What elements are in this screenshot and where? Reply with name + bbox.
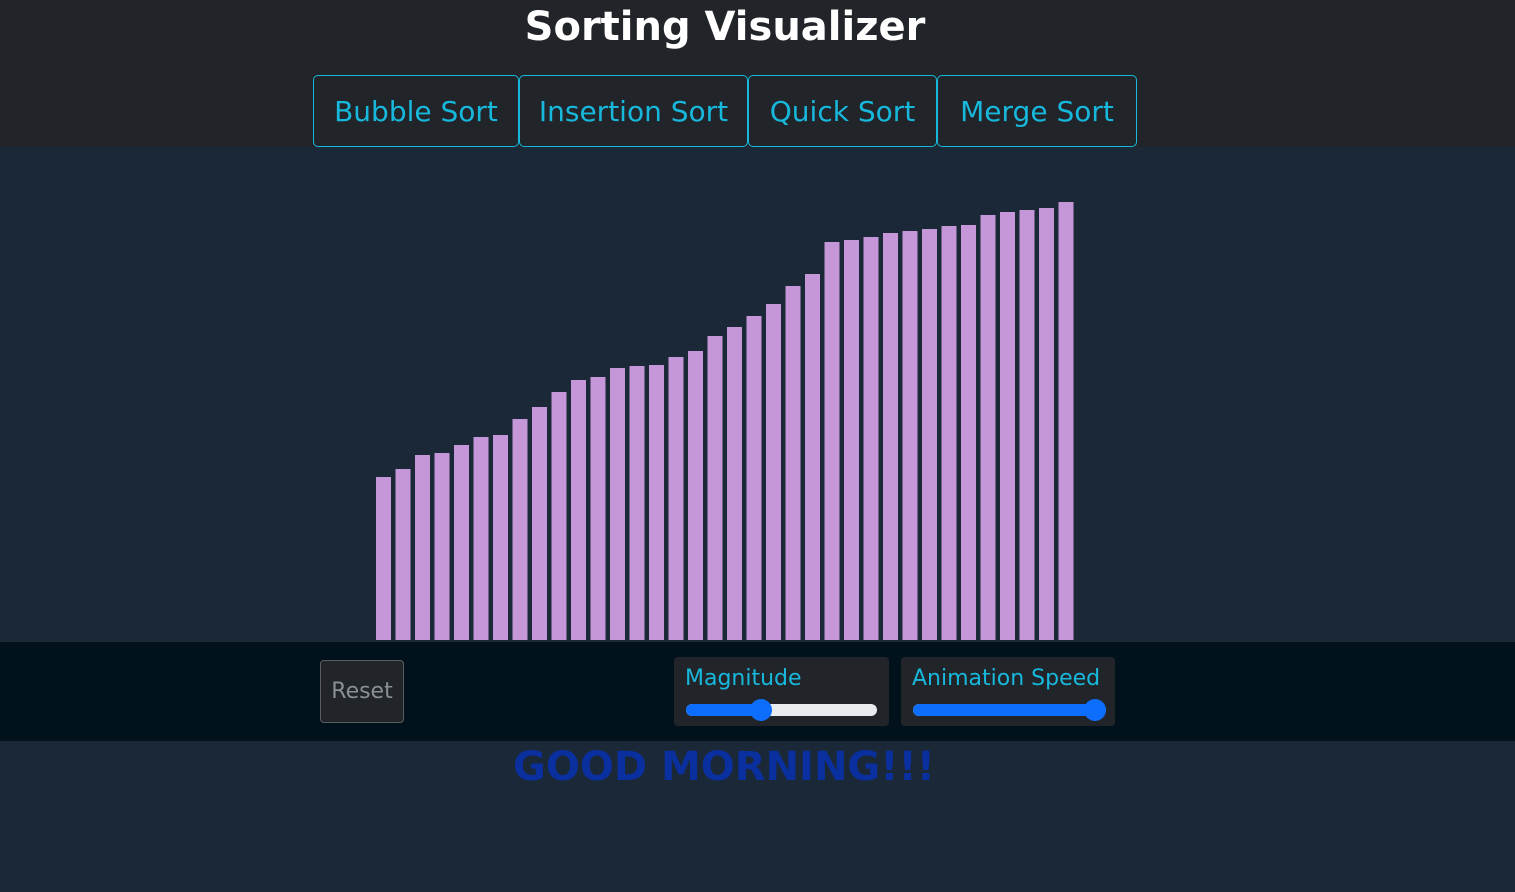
bar-chart <box>376 202 1074 640</box>
array-bar <box>863 237 879 640</box>
array-bar <box>668 357 684 640</box>
array-bar <box>629 366 645 640</box>
array-bar <box>512 419 528 640</box>
array-bar <box>707 336 723 640</box>
array-bar <box>1039 208 1054 640</box>
array-bar <box>688 351 703 640</box>
array-bar <box>805 274 820 640</box>
magnitude-slider-panel: Magnitude <box>674 657 889 726</box>
array-bar <box>610 368 625 640</box>
array-bar <box>727 327 742 640</box>
magnitude-slider-thumb[interactable] <box>750 699 773 721</box>
array-bar <box>434 453 450 640</box>
speed-slider-fill <box>913 704 1095 716</box>
array-bar <box>532 407 547 640</box>
array-bar <box>746 316 762 640</box>
bar-chart-area <box>0 147 1515 642</box>
bubble-sort-button[interactable]: Bubble Sort <box>313 75 519 147</box>
array-bar <box>844 240 859 640</box>
array-bar <box>1000 212 1015 640</box>
reset-button[interactable]: Reset <box>320 660 404 723</box>
array-bar <box>883 233 898 640</box>
array-bar <box>571 380 586 640</box>
array-bar <box>493 435 508 640</box>
array-bar <box>941 226 957 640</box>
magnitude-slider[interactable] <box>686 699 877 721</box>
array-bar <box>454 445 469 640</box>
array-bar <box>473 437 489 640</box>
page-title: Sorting Visualizer <box>524 4 926 50</box>
array-bar <box>922 229 937 640</box>
quick-sort-button[interactable]: Quick Sort <box>748 75 937 147</box>
array-bar <box>1019 210 1035 640</box>
array-bar <box>785 286 801 640</box>
array-bar <box>824 242 840 640</box>
insertion-sort-button[interactable]: Insertion Sort <box>519 75 748 147</box>
merge-sort-button[interactable]: Merge Sort <box>937 75 1137 147</box>
speed-label: Animation Speed <box>912 666 1101 691</box>
array-bar <box>980 215 996 640</box>
array-bar <box>1058 202 1074 640</box>
speed-slider-panel: Animation Speed <box>901 657 1115 726</box>
controls-bar: Reset Magnitude Animation Speed <box>0 642 1515 741</box>
array-bar <box>961 225 976 640</box>
array-bar <box>590 377 606 640</box>
magnitude-label: Magnitude <box>685 666 802 691</box>
array-bar <box>551 392 567 640</box>
header: Sorting Visualizer Bubble Sort Insertion… <box>0 0 1515 147</box>
array-bar <box>649 365 664 640</box>
greeting-text: GOOD MORNING!!! <box>513 744 935 790</box>
array-bar <box>766 304 781 640</box>
speed-slider[interactable] <box>913 699 1106 721</box>
array-bar <box>902 231 918 640</box>
array-bar <box>376 477 391 640</box>
speed-slider-thumb[interactable] <box>1084 699 1106 721</box>
array-bar <box>395 469 411 640</box>
array-bar <box>415 455 430 640</box>
